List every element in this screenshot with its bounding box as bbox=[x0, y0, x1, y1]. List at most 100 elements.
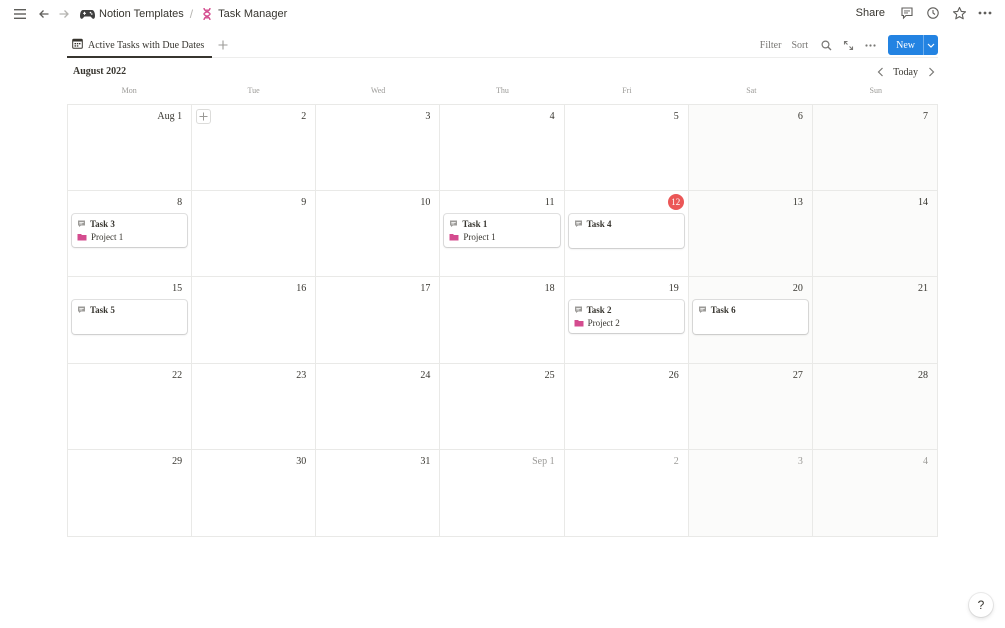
calendar-day-cell[interactable]: 19 Task 2 Project 2 bbox=[564, 277, 689, 364]
task-title: Task 5 bbox=[90, 304, 115, 315]
breadcrumb-workspace[interactable]: Notion Templates bbox=[80, 7, 184, 22]
calendar-day-cell[interactable]: 25 bbox=[440, 363, 565, 450]
task-title-row: Task 3 bbox=[77, 217, 183, 230]
more-options-icon[interactable] bbox=[862, 37, 878, 53]
day-number: 7 bbox=[923, 111, 928, 122]
sort-button[interactable]: Sort bbox=[791, 40, 808, 51]
calendar-day-cell[interactable]: 4 bbox=[812, 449, 937, 536]
calendar-day-cell[interactable]: 20 Task 6 bbox=[688, 277, 813, 364]
breadcrumb-page[interactable]: Task Manager bbox=[199, 7, 287, 22]
calendar-day-cell[interactable]: 4 bbox=[440, 105, 565, 192]
next-month-icon[interactable] bbox=[924, 62, 938, 82]
expand-icon[interactable] bbox=[840, 37, 856, 53]
calendar-day-cell[interactable]: 26 bbox=[564, 363, 689, 450]
calendar-day-cell[interactable]: 5 bbox=[564, 105, 689, 192]
day-number: 2 bbox=[673, 455, 679, 467]
calendar-day-cell[interactable]: 2 bbox=[192, 105, 317, 192]
weekday-label: Thu bbox=[496, 86, 509, 95]
calendar-day-cell[interactable]: 8 Task 3 Project 1 bbox=[68, 191, 193, 278]
calendar-icon bbox=[72, 36, 83, 54]
calendar-day-cell[interactable]: Aug 1 bbox=[68, 105, 193, 192]
calendar-day-cell[interactable]: 18 bbox=[440, 277, 565, 364]
day-number: 19 bbox=[668, 283, 679, 295]
calendar-day-cell[interactable]: 27 bbox=[688, 363, 813, 450]
calendar-day-cell[interactable]: 11 Task 1 Project 1 bbox=[440, 191, 565, 278]
task-title-row: Task 2 bbox=[574, 303, 680, 316]
task-title: Task 1 bbox=[462, 218, 488, 229]
calendar-day-cell[interactable]: 22 bbox=[68, 363, 193, 450]
day-number: 20 bbox=[792, 283, 803, 295]
calendar-day-cell[interactable]: 30 bbox=[192, 449, 317, 536]
day-number: 10 bbox=[420, 197, 431, 209]
task-icon bbox=[698, 301, 707, 319]
more-icon[interactable] bbox=[975, 3, 995, 23]
task-card[interactable]: Task 6 bbox=[692, 300, 808, 335]
calendar-day-cell[interactable]: 29 bbox=[68, 449, 193, 536]
calendar-day-cell[interactable]: Sep 1 bbox=[440, 449, 565, 536]
search-icon[interactable] bbox=[818, 37, 834, 53]
today-button[interactable]: Today bbox=[893, 67, 918, 78]
calendar-day-cell[interactable]: 31 bbox=[316, 449, 441, 536]
share-button[interactable]: Share bbox=[850, 7, 891, 19]
prev-month-icon[interactable] bbox=[873, 62, 887, 82]
calendar-day-cell[interactable]: 10 bbox=[316, 191, 441, 278]
calendar-day-cell[interactable]: 14 bbox=[812, 191, 937, 278]
day-number: 24 bbox=[420, 369, 431, 381]
add-view-button[interactable] bbox=[214, 36, 232, 54]
filter-button[interactable]: Filter bbox=[760, 40, 782, 51]
task-card[interactable]: Task 3 Project 1 bbox=[72, 214, 188, 248]
calendar-day-cell[interactable]: 24 bbox=[316, 363, 441, 450]
tab-label: Active Tasks with Due Dates bbox=[88, 39, 205, 51]
calendar-day-cell[interactable]: 13 bbox=[688, 191, 813, 278]
new-button[interactable]: New bbox=[888, 35, 923, 55]
task-card[interactable]: Task 1 Project 1 bbox=[444, 214, 560, 248]
calendar-day-cell[interactable]: 21 bbox=[812, 277, 937, 364]
task-icon bbox=[77, 301, 86, 319]
calendar-day-cell[interactable]: 28 bbox=[812, 363, 937, 450]
task-card[interactable]: Task 4 bbox=[568, 214, 684, 249]
calendar-day-cell[interactable]: 6 bbox=[688, 105, 813, 192]
task-card[interactable]: Task 5 bbox=[72, 300, 188, 335]
star-icon[interactable] bbox=[949, 3, 969, 23]
tab-active-tasks[interactable]: Active Tasks with Due Dates bbox=[67, 34, 212, 58]
new-dropdown-button[interactable] bbox=[923, 35, 938, 55]
calendar-day-cell[interactable]: 9 bbox=[192, 191, 317, 278]
clock-icon[interactable] bbox=[923, 3, 943, 23]
day-number: 30 bbox=[296, 455, 307, 467]
calendar-day-cell[interactable]: 3 bbox=[688, 449, 813, 536]
folder-icon bbox=[574, 314, 584, 332]
task-title-row: Task 4 bbox=[574, 217, 680, 230]
add-event-button[interactable] bbox=[196, 109, 212, 124]
task-title-row: Task 6 bbox=[698, 303, 804, 316]
top-bar: Notion Templates / Task Manager Share bbox=[0, 0, 1005, 28]
weekday-label: Sun bbox=[869, 86, 882, 95]
today-date-badge: 12 bbox=[667, 194, 684, 211]
card-spacer bbox=[698, 316, 804, 330]
weekday-label: Mon bbox=[121, 86, 137, 95]
day-number: 8 bbox=[177, 197, 183, 209]
calendar-day-cell[interactable]: 3 bbox=[316, 105, 441, 192]
forward-arrow-icon[interactable] bbox=[54, 4, 74, 24]
calendar-day-cell[interactable]: 7 bbox=[812, 105, 937, 192]
menu-icon[interactable] bbox=[10, 4, 30, 24]
card-spacer bbox=[574, 230, 680, 244]
calendar-day-cell[interactable]: 23 bbox=[192, 363, 317, 450]
breadcrumb-page-label: Task Manager bbox=[218, 8, 288, 20]
calendar-day-cell[interactable]: 17 bbox=[316, 277, 441, 364]
calendar-day-cell[interactable]: 16 bbox=[192, 277, 317, 364]
day-number: 9 bbox=[301, 197, 307, 209]
back-arrow-icon[interactable] bbox=[34, 4, 54, 24]
day-number: 13 bbox=[792, 197, 803, 209]
view-tabs: Active Tasks with Due Dates Filter Sort … bbox=[67, 34, 938, 58]
help-button[interactable]: ? bbox=[969, 593, 993, 617]
day-number: Sep 1 bbox=[532, 455, 555, 467]
calendar-day-cell[interactable]: 2 bbox=[564, 449, 689, 536]
day-number: 22 bbox=[172, 369, 183, 381]
weekday-label: Fri bbox=[622, 86, 632, 95]
task-project: Project 2 bbox=[587, 317, 620, 328]
day-number: 18 bbox=[544, 283, 555, 295]
task-card[interactable]: Task 2 Project 2 bbox=[568, 300, 684, 334]
calendar-day-cell[interactable]: 12 Task 4 bbox=[564, 191, 689, 278]
calendar-day-cell[interactable]: 15 Task 5 bbox=[68, 277, 193, 364]
comment-icon[interactable] bbox=[897, 3, 917, 23]
